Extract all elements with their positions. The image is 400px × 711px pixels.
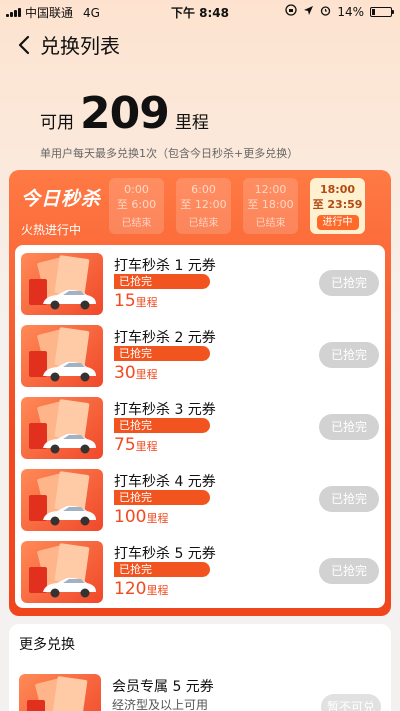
slot-start: 6:00 [191,183,216,196]
coupon-item: 打车秒杀 1 元券 已抢完 15里程 已抢完 [21,253,379,317]
points-unit: 里程 [174,113,209,133]
slot-end: 至 12:00 [180,198,227,211]
nav-bar: 兑换列表 [18,30,120,59]
points-value: 209 [80,88,170,139]
coupon-subtitle: 经济型及以上可用 [112,698,209,711]
coupon-title: 会员专属 5 元券 [112,679,214,695]
exchange-button[interactable]: 已抢完 [319,558,379,584]
coupon-item: 打车秒杀 3 元券 已抢完 75里程 已抢完 [21,397,379,461]
exchange-button[interactable]: 已抢完 [319,342,379,368]
slot-state: 已结束 [121,218,152,229]
ride-coupon-thumbnail [21,541,103,603]
time-slot-tabs: 0:00 至 6:00 已结束 6:00 至 12:00 已结束 12:00 至… [109,178,365,234]
price-unit: 里程 [135,368,158,381]
car-icon [43,361,96,382]
ride-coupon-thumbnail [21,325,103,387]
points-label: 可用 [40,113,74,133]
back-arrow-icon[interactable] [18,33,34,57]
more-exchange-section: 更多兑换 会员专属 5 元券 经济型及以上可用 暂不可兑 [9,624,391,711]
car-icon [43,433,96,454]
sold-out-tag: 已抢完 [114,346,210,361]
car-icon [43,577,96,598]
slot-state: 已结束 [188,218,219,229]
page-title: 兑换列表 [40,34,120,58]
coupon-title: 打车秒杀 5 元券 [114,546,216,562]
price-unit: 里程 [135,296,158,309]
slot-state: 进行中 [316,215,359,230]
slot-end: 至 18:00 [247,198,294,211]
exchange-button[interactable]: 已抢完 [319,486,379,512]
coupon-price: 15里程 [114,291,158,311]
status-bar: 中国联通 4G 下午 8:48 14% [0,0,400,22]
flash-sale-brand: 今日秒杀 [21,188,102,210]
time-slot-1[interactable]: 6:00 至 12:00 已结束 [176,178,231,234]
ride-coupon-thumbnail [21,397,103,459]
exchange-button[interactable]: 已抢完 [319,270,379,296]
price-value: 15 [114,291,136,311]
coupon-price: 30里程 [114,363,158,383]
slot-end: 至 23:59 [312,198,363,211]
time-slot-2[interactable]: 12:00 至 18:00 已结束 [243,178,298,234]
price-unit: 里程 [146,584,169,597]
sold-out-tag: 已抢完 [114,562,210,577]
car-icon [43,289,96,310]
points-summary: 可用 209 里程 [40,88,209,139]
lock-rotation-icon [285,4,297,19]
coupon-title: 打车秒杀 2 元券 [114,330,216,346]
battery-icon [370,6,394,17]
exchange-button[interactable]: 暂不可兑 [321,694,381,711]
coupon-price: 75里程 [114,435,158,455]
ride-coupon-thumbnail [21,469,103,531]
alarm-icon [320,5,331,19]
coupon-title: 打车秒杀 3 元券 [114,402,216,418]
flash-sale-status: 火热进行中 [21,223,82,237]
coupon-price: 120里程 [114,579,168,599]
price-value: 120 [114,579,147,599]
coupon-item: 会员专属 5 元券 经济型及以上可用 暂不可兑 [19,674,381,711]
exchange-limit-note: 单用户每天最多兑换1次（包含今日秒杀+更多兑换） [40,147,299,160]
sold-out-tag: 已抢完 [114,490,210,505]
exchange-button[interactable]: 已抢完 [319,414,379,440]
ride-coupon-thumbnail [21,253,103,315]
slot-start: 18:00 [319,183,355,196]
coupon-item: 打车秒杀 5 元券 已抢完 120里程 已抢完 [21,541,379,605]
time-slot-3[interactable]: 18:00 至 23:59 进行中 [310,178,365,234]
slot-start: 12:00 [254,183,287,196]
price-value: 100 [114,507,147,527]
member-coupon-thumbnail [19,674,101,711]
car-icon [43,505,96,526]
slot-start: 0:00 [124,183,149,196]
coupon-title: 打车秒杀 1 元券 [114,258,216,274]
time-slot-0[interactable]: 0:00 至 6:00 已结束 [109,178,164,234]
price-unit: 里程 [135,440,158,453]
sold-out-tag: 已抢完 [114,418,210,433]
slot-state: 已结束 [255,218,286,229]
slot-end: 至 6:00 [116,198,157,211]
sold-out-tag: 已抢完 [114,274,210,289]
flash-coupon-list: 打车秒杀 1 元券 已抢完 15里程 已抢完 打车秒杀 2 元券 已抢完 30里… [15,245,385,608]
price-unit: 里程 [146,512,169,525]
location-icon [303,5,314,19]
section-title: 更多兑换 [19,637,75,653]
coupon-item: 打车秒杀 2 元券 已抢完 30里程 已抢完 [21,325,379,389]
coupon-item: 打车秒杀 4 元券 已抢完 100里程 已抢完 [21,469,379,533]
battery-percent: 14% [337,4,364,19]
coupon-price: 100里程 [114,507,168,527]
flash-sale-panel: 今日秒杀 火热进行中 0:00 至 6:00 已结束 6:00 至 12:00 … [9,170,391,616]
price-value: 30 [114,363,136,383]
price-value: 75 [114,435,136,455]
coupon-title: 打车秒杀 4 元券 [114,474,216,490]
